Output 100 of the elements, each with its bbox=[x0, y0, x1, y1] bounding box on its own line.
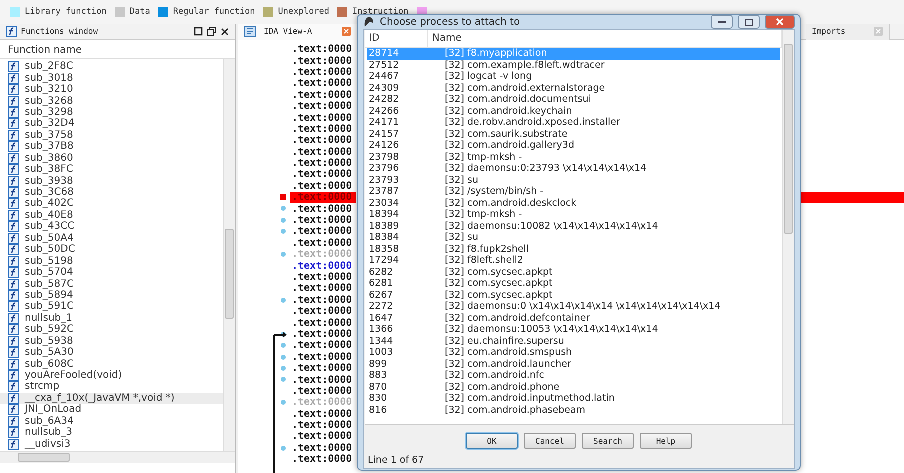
function-row[interactable]: sub_5938 bbox=[0, 336, 223, 347]
process-row[interactable]: 18394 [32] tmp-mksh - bbox=[367, 209, 780, 220]
function-row[interactable]: sub_402C bbox=[0, 198, 223, 210]
code-line: .text:0000 bbox=[291, 328, 354, 340]
close-button[interactable] bbox=[765, 15, 795, 29]
code-line: .text:0000 bbox=[291, 204, 354, 215]
code-line: .text:0000 bbox=[291, 146, 354, 158]
function-row[interactable]: sub_50A4 bbox=[0, 232, 223, 244]
process-row[interactable]: 23793 [32] su bbox=[367, 174, 780, 186]
dialog-button[interactable]: OK bbox=[466, 433, 518, 449]
function-row[interactable]: strcmp bbox=[0, 381, 223, 393]
function-row[interactable]: sub_3018 bbox=[0, 72, 223, 84]
scrollbar[interactable] bbox=[782, 30, 794, 424]
process-row[interactable]: 24266 [32] com.android.keychain bbox=[367, 106, 780, 117]
function-row[interactable]: sub_2F8C bbox=[0, 61, 223, 72]
float-icon[interactable] bbox=[207, 27, 217, 36]
column-header[interactable]: ID bbox=[365, 30, 428, 47]
function-icon bbox=[8, 336, 19, 347]
view-icon bbox=[244, 26, 256, 37]
process-row[interactable]: 23798 [32] tmp-mksh - bbox=[367, 152, 780, 163]
process-row[interactable]: 883 [32] com.android.nfc bbox=[367, 370, 780, 382]
function-row[interactable]: youAreFooled(void) bbox=[0, 370, 223, 382]
function-row[interactable]: sub_591C bbox=[0, 301, 223, 313]
code-line: .text:0000 bbox=[291, 374, 354, 386]
code-line: .text:0000 bbox=[291, 431, 354, 442]
function-row[interactable]: sub_43CC bbox=[0, 221, 223, 233]
function-icon bbox=[8, 198, 19, 210]
process-row[interactable]: 24157 [32] com.saurik.substrate bbox=[367, 128, 780, 140]
function-row[interactable]: nullsub_1 bbox=[0, 312, 223, 324]
process-row[interactable]: 1366 [32] daemonsu:10053 \x14\x14\x14\x14\x14 bbox=[367, 324, 780, 336]
process-row[interactable]: 1003 [32] com.android.smspush bbox=[367, 347, 780, 358]
process-row[interactable]: 27512 [32] com.example.f8left.wdtracer bbox=[367, 60, 780, 71]
process-row[interactable]: 6281 [32] com.sycsec.apkpt bbox=[367, 278, 780, 290]
function-row[interactable]: sub_3210 bbox=[0, 84, 223, 96]
horizontal-scrollbar[interactable] bbox=[0, 451, 235, 463]
process-row[interactable]: 1344 [32] eu.chainfire.supersu bbox=[367, 336, 780, 347]
process-row[interactable]: 6267 [32] com.sycsec.apkpt bbox=[367, 290, 780, 301]
function-row[interactable]: sub_3860 bbox=[0, 152, 223, 164]
function-row[interactable]: sub_3268 bbox=[0, 95, 223, 107]
process-row[interactable]: 23034 [32] com.android.deskclock bbox=[367, 198, 780, 209]
function-row[interactable]: sub_6A34 bbox=[0, 416, 223, 427]
process-row[interactable]: 6282 [32] com.sycsec.apkpt bbox=[367, 266, 780, 278]
function-row[interactable]: sub_37B8 bbox=[0, 141, 223, 152]
breakpoint-icon bbox=[280, 194, 286, 200]
minimize-button[interactable] bbox=[711, 15, 733, 29]
view-tab[interactable]: Imports bbox=[806, 24, 890, 40]
function-row[interactable]: __cxa_f_10x(_JavaVM *,void *) bbox=[0, 392, 223, 404]
function-row[interactable]: JNI_OnLoad bbox=[0, 404, 223, 416]
code-line: .text:0000 bbox=[291, 44, 354, 56]
view-tab[interactable]: IDA View-A bbox=[238, 24, 358, 40]
function-row[interactable]: sub_3298 bbox=[0, 106, 223, 118]
function-row[interactable]: sub_5198 bbox=[0, 255, 223, 267]
maximize-button[interactable] bbox=[738, 15, 760, 29]
function-row[interactable]: sub_32D4 bbox=[0, 118, 223, 130]
dialog-button[interactable]: Help bbox=[640, 433, 692, 449]
scrollbar[interactable] bbox=[223, 59, 235, 451]
function-row[interactable]: sub_3758 bbox=[0, 130, 223, 142]
function-row[interactable]: sub_40E8 bbox=[0, 210, 223, 222]
process-row[interactable]: 1647 [32] com.android.defcontainer bbox=[367, 312, 780, 324]
close-icon[interactable] bbox=[221, 28, 229, 36]
maximize-icon[interactable] bbox=[194, 27, 203, 36]
process-row[interactable]: 816 [32] com.android.phasebeam bbox=[367, 404, 780, 416]
code-line: .text:0000 bbox=[291, 318, 354, 329]
function-row[interactable]: sub_3938 bbox=[0, 175, 223, 187]
column-header[interactable]: Function name bbox=[0, 43, 235, 59]
process-row[interactable]: 24171 [32] de.robv.android.xposed.installer bbox=[367, 117, 780, 128]
function-row[interactable]: sub_608C bbox=[0, 358, 223, 370]
process-row[interactable]: 23796 [32] daemonsu:0:23793 \x14\x14\x14\x14 bbox=[367, 163, 780, 174]
process-row[interactable]: 18358 [32] f8.fupk2shell bbox=[367, 244, 780, 255]
function-icon bbox=[8, 267, 19, 278]
dialog-button[interactable]: Search bbox=[582, 433, 634, 449]
process-row[interactable]: 17294 [32] f8left.shell2 bbox=[367, 255, 780, 266]
process-row[interactable]: 899 [32] com.android.launcher bbox=[367, 358, 780, 370]
process-row[interactable]: 23787 [32] /system/bin/sh - bbox=[367, 186, 780, 198]
function-row[interactable]: sub_38FC bbox=[0, 164, 223, 176]
legend-label: Library function bbox=[25, 7, 107, 17]
process-row[interactable]: 24126 [32] com.android.gallery3d bbox=[367, 140, 780, 152]
function-row[interactable]: sub_5704 bbox=[0, 266, 223, 278]
function-icon bbox=[8, 290, 19, 301]
process-row[interactable]: 24467 [32] logcat -v long bbox=[367, 71, 780, 82]
process-row[interactable]: 24282 [32] com.android.documentsui bbox=[367, 94, 780, 106]
dialog-button[interactable]: Cancel bbox=[524, 433, 576, 449]
function-row[interactable]: sub_5894 bbox=[0, 290, 223, 302]
function-row[interactable]: sub_3C68 bbox=[0, 186, 223, 198]
function-row[interactable]: sub_587C bbox=[0, 278, 223, 290]
code-line: .text:0000 bbox=[291, 226, 354, 238]
function-row[interactable]: sub_5A30 bbox=[0, 346, 223, 358]
code-line: .text:0000 bbox=[291, 420, 354, 432]
function-row[interactable]: __udivsi3 bbox=[0, 438, 223, 450]
process-row[interactable]: 18389 [32] daemonsu:10082 \x14\x14\x14\x14\x14 bbox=[367, 220, 780, 232]
code-line: .text:0000 bbox=[291, 101, 354, 112]
process-row[interactable]: 24309 [32] com.android.externalstorage bbox=[367, 82, 780, 94]
process-row[interactable]: 830 [32] com.android.inputmethod.latin bbox=[367, 393, 780, 404]
function-row[interactable]: nullsub_3 bbox=[0, 427, 223, 438]
code-line: .text:0000 bbox=[291, 283, 354, 294]
process-row[interactable]: 870 [32] com.android.phone bbox=[367, 382, 780, 393]
process-row[interactable]: 2272 [32] daemonsu:0 \x14\x14\x14\x14 \x14\x14\x14\x14\x14 bbox=[367, 301, 780, 312]
process-row[interactable]: 18384 [32] su bbox=[367, 232, 780, 244]
function-row[interactable]: sub_592C bbox=[0, 324, 223, 336]
function-row[interactable]: sub_50DC bbox=[0, 244, 223, 256]
